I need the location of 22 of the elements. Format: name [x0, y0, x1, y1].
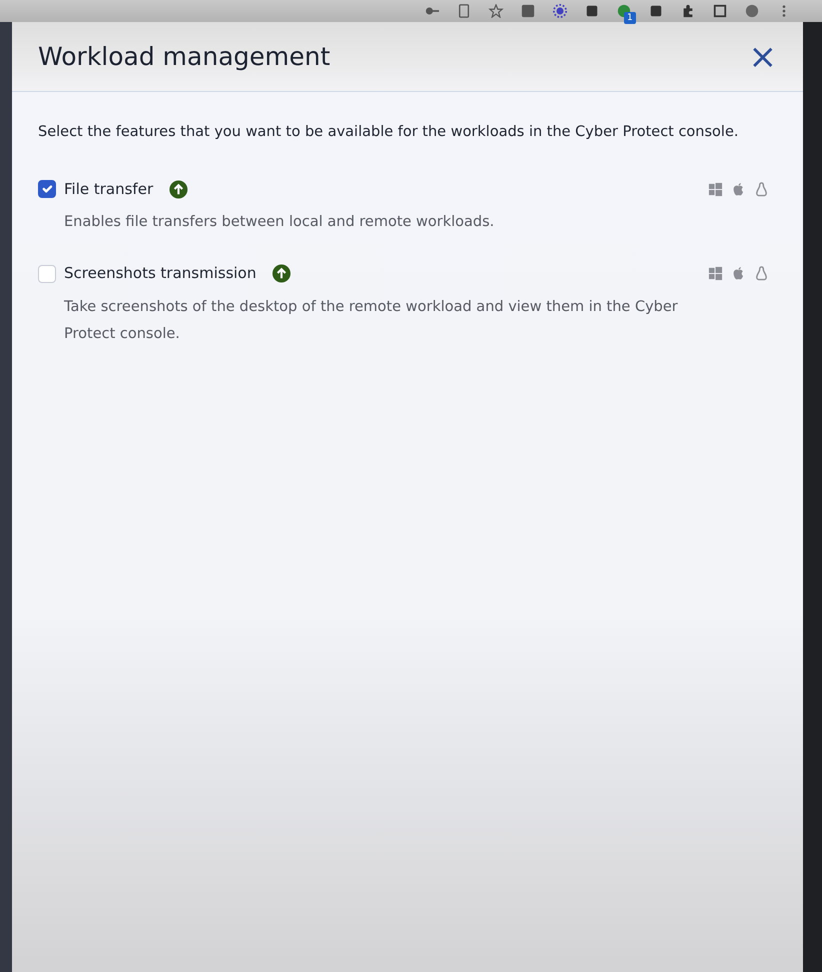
linux-icon [754, 266, 769, 281]
feature-description: Take screenshots of the desktop of the remote workload and view them in the Cyber Protect console. [63, 298, 679, 344]
apple-icon [731, 182, 746, 196]
page-icon[interactable] [456, 4, 472, 18]
intro-text: Select the features that you want to be available for the workloads in the Cyber Protect console. [38, 123, 740, 142]
windows-icon [708, 266, 723, 281]
windows-icon [708, 182, 723, 196]
feature-checkbox[interactable] [38, 180, 56, 198]
close-button[interactable]: × [746, 40, 779, 74]
notification-count: 1 [624, 12, 636, 24]
upgrade-icon [272, 264, 292, 283]
window-icon[interactable] [712, 4, 728, 18]
feature-label: Screenshots transmission [64, 263, 256, 284]
avatar-icon[interactable] [744, 4, 760, 18]
apple-icon [731, 266, 746, 281]
sun-icon[interactable] [552, 4, 568, 18]
star-icon[interactable] [488, 4, 504, 18]
linux-icon [754, 182, 769, 196]
dialog-title: Workload management [38, 42, 330, 72]
feature-label: File transfer [64, 178, 154, 200]
upgrade-icon [169, 180, 188, 198]
feature-description: Enables file transfers between local and remote workloads. [63, 213, 496, 232]
